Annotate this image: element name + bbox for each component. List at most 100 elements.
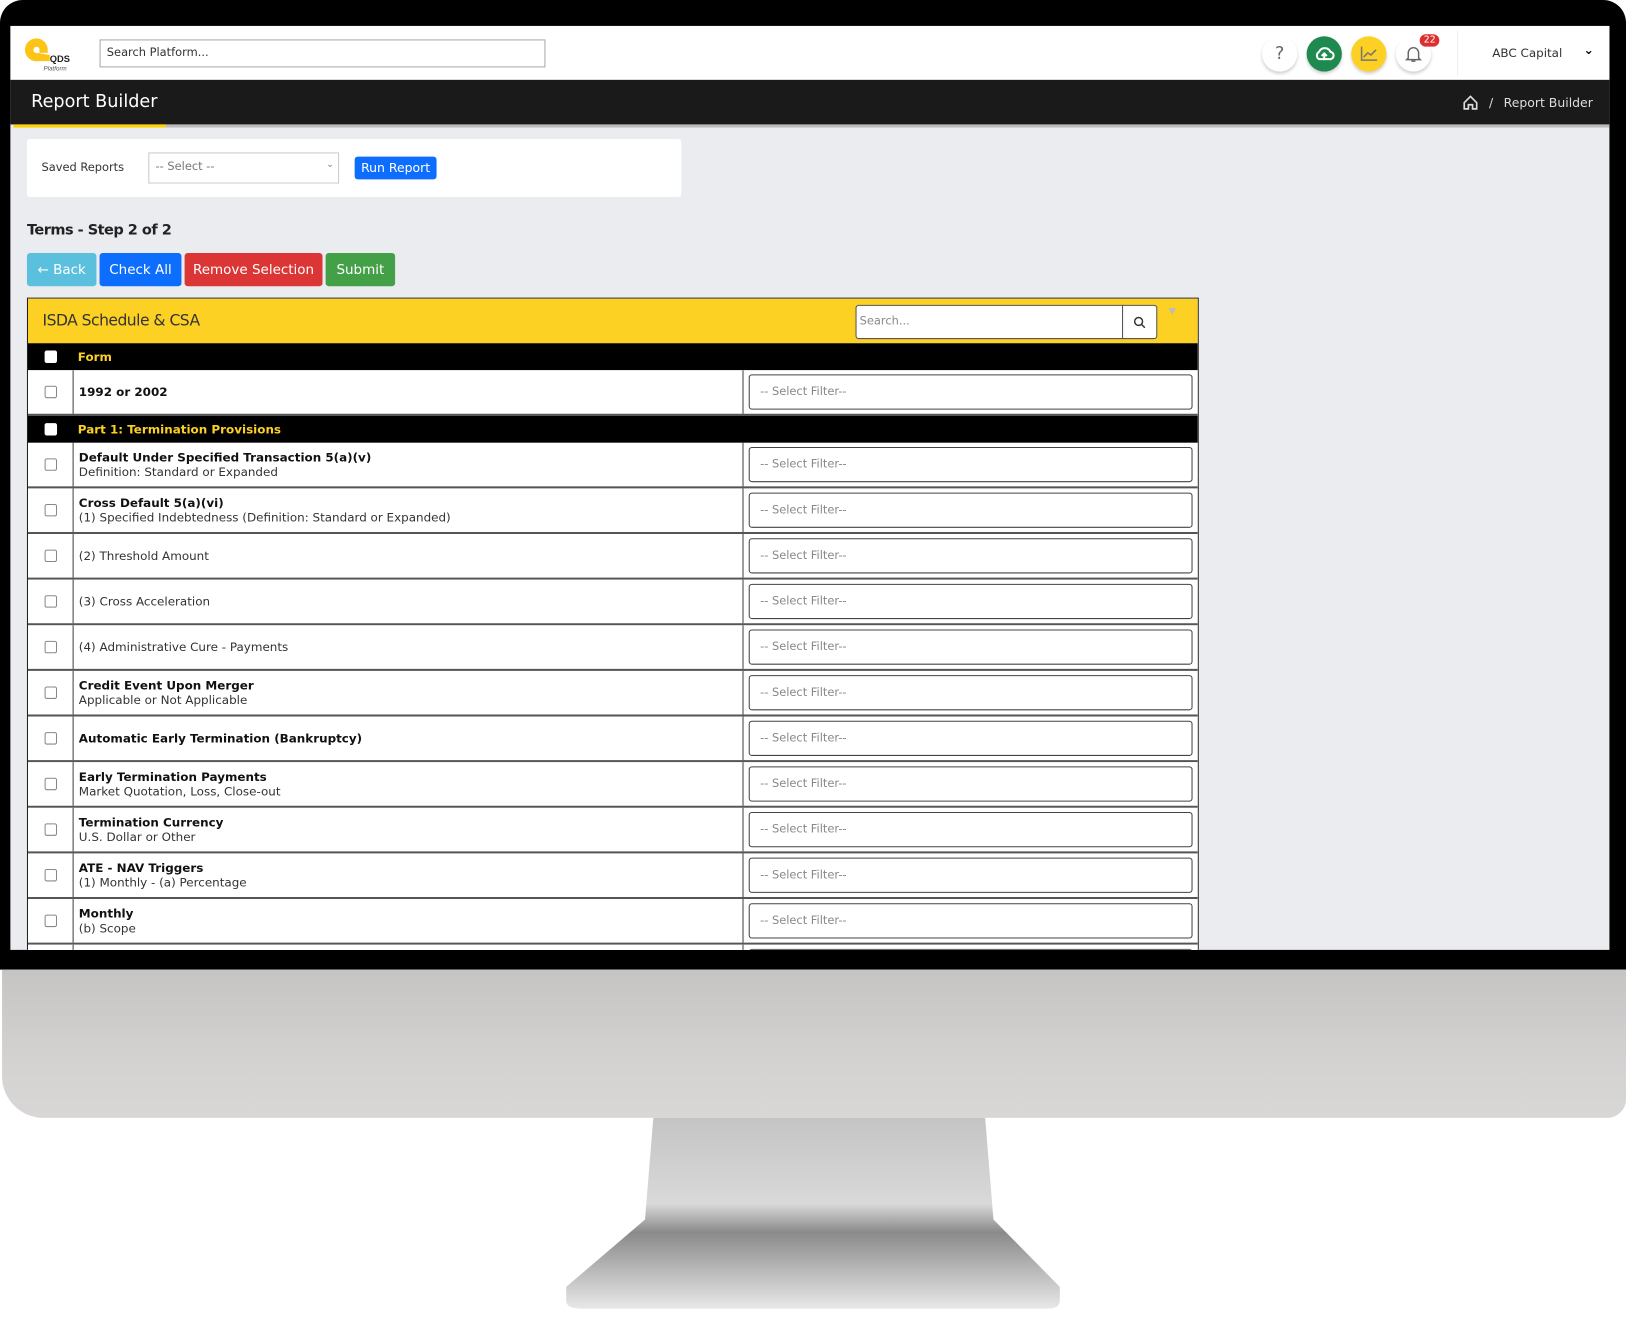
term-detail: Applicable or Not Applicable	[78, 692, 248, 708]
filter-select[interactable]: -- Select Filter--	[748, 538, 1193, 574]
panel-search-input[interactable]: Search...	[855, 304, 1124, 340]
row-checkbox[interactable]	[28, 945, 73, 950]
filter-select[interactable]: -- Select Filter--	[748, 903, 1193, 939]
row-checkbox[interactable]	[28, 899, 73, 943]
row-label: ATE - NAV Triggers (1) Monthly - (a) Perc…	[72, 853, 743, 898]
row-checkbox[interactable]	[28, 370, 73, 414]
filter-cell: -- Select Filter--	[742, 670, 1197, 715]
saved-reports-card: Saved Reports -- Select -- ⌄ Run Report	[26, 138, 682, 198]
term-name: Credit Event Upon Merger	[78, 678, 254, 693]
remove-selection-button[interactable]: Remove Selection	[184, 253, 323, 287]
term-detail: (3) Cross Acceleration	[78, 594, 211, 609]
filter-select[interactable]: -- Select Filter--	[748, 857, 1193, 893]
table-row: 1992 or 2002 -- Select Filter--	[27, 370, 1198, 416]
help-icon: ?	[1274, 43, 1285, 65]
page-title-bar: Report Builder / Report Builder	[10, 79, 1610, 125]
panel-search-button[interactable]	[1122, 304, 1158, 340]
upload-button[interactable]	[1306, 36, 1342, 72]
submit-button[interactable]: Submit	[325, 253, 396, 287]
row-checkbox[interactable]	[28, 343, 73, 370]
caret-down-icon[interactable]: ▼	[1169, 307, 1176, 317]
table-row: Credit Event Upon Merger Applicable or No…	[27, 670, 1198, 717]
term-detail: (1) Specified Indebtedness (Definition: …	[78, 510, 451, 525]
back-button[interactable]: ← Back	[26, 253, 97, 287]
home-icon[interactable]	[1462, 94, 1479, 111]
terms-table: Form 1992 or 2002 -- Select Filter-- Part 1…	[27, 343, 1198, 950]
svg-text:Platform: Platform	[44, 66, 67, 73]
term-name: Cross Default 5(a)(vi)	[78, 495, 224, 511]
filter-cell: -- Select Filter--	[742, 625, 1197, 669]
row-label: (4) Administrative Cure - Payments	[72, 625, 743, 669]
row-checkbox[interactable]	[28, 416, 73, 443]
select-value: -- Select --	[155, 159, 215, 174]
term-name: Default Under Specified Transaction 5(a)…	[78, 450, 372, 465]
page-title: Report Builder	[31, 91, 158, 112]
filter-select[interactable]: -- Select Filter--	[748, 811, 1193, 848]
filter-select[interactable]	[748, 948, 1193, 950]
table-row: Cross Default 5(a)(vi) (1) Specified Inde…	[27, 488, 1198, 535]
row-checkbox[interactable]	[28, 443, 73, 487]
divider	[1456, 30, 1459, 76]
filter-cell: -- Select Filter--	[742, 579, 1197, 624]
group-title: Part 1: Termination Provisions	[77, 422, 282, 437]
row-checkbox[interactable]	[28, 534, 73, 578]
table-row: Termination Currency U.S. Dollar or Other…	[27, 807, 1198, 854]
row-label: Form	[73, 343, 743, 370]
row-label: Cross Default 5(a)(vi) (1) Specified Inde…	[72, 488, 743, 532]
filter-select[interactable]: -- Select Filter--	[748, 583, 1193, 620]
row-checkbox[interactable]	[28, 853, 73, 897]
chart-line-icon	[1360, 46, 1378, 61]
filter-select[interactable]: -- Select Filter--	[748, 675, 1193, 711]
filter-select[interactable]: -- Select Filter--	[748, 629, 1193, 665]
filter-select[interactable]: -- Select Filter--	[748, 766, 1193, 802]
filter-select[interactable]: -- Select Filter--	[748, 374, 1193, 410]
row-checkbox[interactable]	[28, 488, 73, 532]
row-label: (2) Threshold Amount	[72, 534, 743, 578]
bell-icon	[1404, 47, 1422, 62]
filter-cell: -- Select Filter--	[742, 534, 1197, 578]
filter-cell: -- Select Filter--	[742, 370, 1197, 414]
row-checkbox[interactable]	[28, 625, 73, 669]
account-name[interactable]: ABC Capital	[1492, 46, 1562, 61]
back-label: Back	[53, 261, 86, 278]
panel-header: ISDA Schedule & CSA Search... ▼	[27, 298, 1198, 344]
row-checkbox[interactable]	[28, 671, 73, 715]
term-detail: Definition: Standard or Expanded	[78, 464, 278, 480]
chevron-down-icon[interactable]: ⌄	[1583, 43, 1593, 58]
term-detail: (2) Threshold Amount	[78, 548, 209, 564]
row-checkbox[interactable]	[28, 808, 73, 852]
svg-text:QDS: QDS	[50, 54, 70, 64]
row-label: Automatic Early Termination (Bankruptcy)	[72, 716, 743, 761]
row-checkbox[interactable]	[28, 717, 73, 761]
saved-reports-select[interactable]: -- Select -- ⌄	[148, 152, 340, 184]
filter-select[interactable]: -- Select Filter--	[748, 720, 1193, 756]
term-detail: (1) Monthly - (a) Percentage	[78, 875, 247, 890]
chevron-down-icon: ⌄	[326, 159, 334, 171]
term-detail: Market Quotation, Loss, Close-out	[78, 783, 281, 799]
term-name: Monthly	[78, 906, 134, 921]
analytics-button[interactable]	[1351, 36, 1387, 72]
run-report-button[interactable]: Run Report	[354, 156, 437, 180]
row-label: Default Under Specified Transaction 5(a)…	[72, 442, 743, 487]
filter-select[interactable]: -- Select Filter--	[748, 492, 1193, 528]
table-row: (4) Administrative Cure - Payments -- Sel…	[27, 625, 1198, 671]
row-label: Part 1: Termination Provisions	[73, 416, 743, 443]
row-label: Termination Currency U.S. Dollar or Other	[72, 807, 743, 852]
row-checkbox[interactable]	[28, 580, 73, 624]
platform-search-input[interactable]: Search Platform...	[99, 39, 546, 68]
filter-select[interactable]: -- Select Filter--	[748, 446, 1193, 483]
term-name: ATE - NAV Triggers	[78, 860, 204, 876]
help-button[interactable]: ?	[1262, 36, 1298, 72]
row-label: Credit Event Upon Merger Applicable or No…	[72, 670, 743, 715]
term-name: Early Termination Payments	[78, 769, 267, 784]
term-detail: (b) Scope	[78, 920, 136, 936]
row-label: 1992 or 2002	[72, 370, 743, 414]
row-label: Early Termination Payments Market Quotati…	[72, 762, 743, 806]
filter-cell: -- Select Filter--	[742, 488, 1197, 532]
row-checkbox[interactable]	[28, 762, 73, 806]
notification-badge: 22	[1419, 34, 1440, 47]
check-all-button[interactable]: Check All	[99, 253, 182, 287]
monitor-stand	[566, 1117, 1060, 1309]
filter-cell: -- Select Filter--	[742, 762, 1197, 806]
table-row: ATE - NAV Triggers (1) Monthly - (a) Perc…	[27, 853, 1198, 900]
